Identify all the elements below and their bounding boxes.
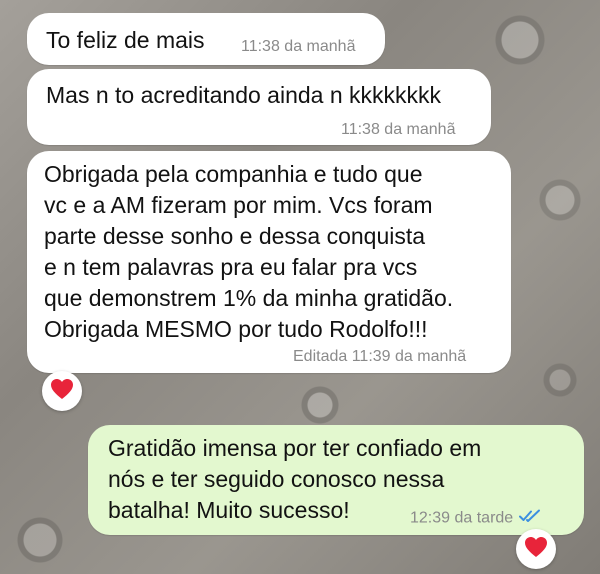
double-check-icon <box>519 509 541 528</box>
heart-icon <box>50 378 74 405</box>
message-text: Obrigada pela companhia e tudo que vc e … <box>44 161 454 342</box>
message-bubble-incoming[interactable]: Obrigada pela companhia e tudo que vc e … <box>27 151 511 373</box>
message-reaction[interactable] <box>516 529 556 569</box>
message-text: Mas n to acreditando ainda n kkkkkkkk <box>46 82 442 108</box>
message-timestamp: 11:38 da manhã <box>241 38 356 55</box>
message-time: 12:39 da tarde <box>410 509 514 527</box>
message-bubble-incoming[interactable]: Mas n to acreditando ainda n kkkkkkkk 11… <box>27 69 491 145</box>
message-timestamp: Editada 11:39 da manhã <box>293 348 467 365</box>
message-timestamp: 12:39 da tarde <box>410 509 541 528</box>
message-timestamp: 11:38 da manhã <box>341 121 456 138</box>
message-bubble-incoming[interactable]: To feliz de mais 11:38 da manhã <box>27 13 385 65</box>
message-bubble-outgoing[interactable]: Gratidão imensa por ter confiado em nós … <box>88 425 584 535</box>
heart-icon <box>524 536 548 563</box>
message-reaction[interactable] <box>42 371 82 411</box>
message-text: To feliz de mais <box>46 27 205 53</box>
